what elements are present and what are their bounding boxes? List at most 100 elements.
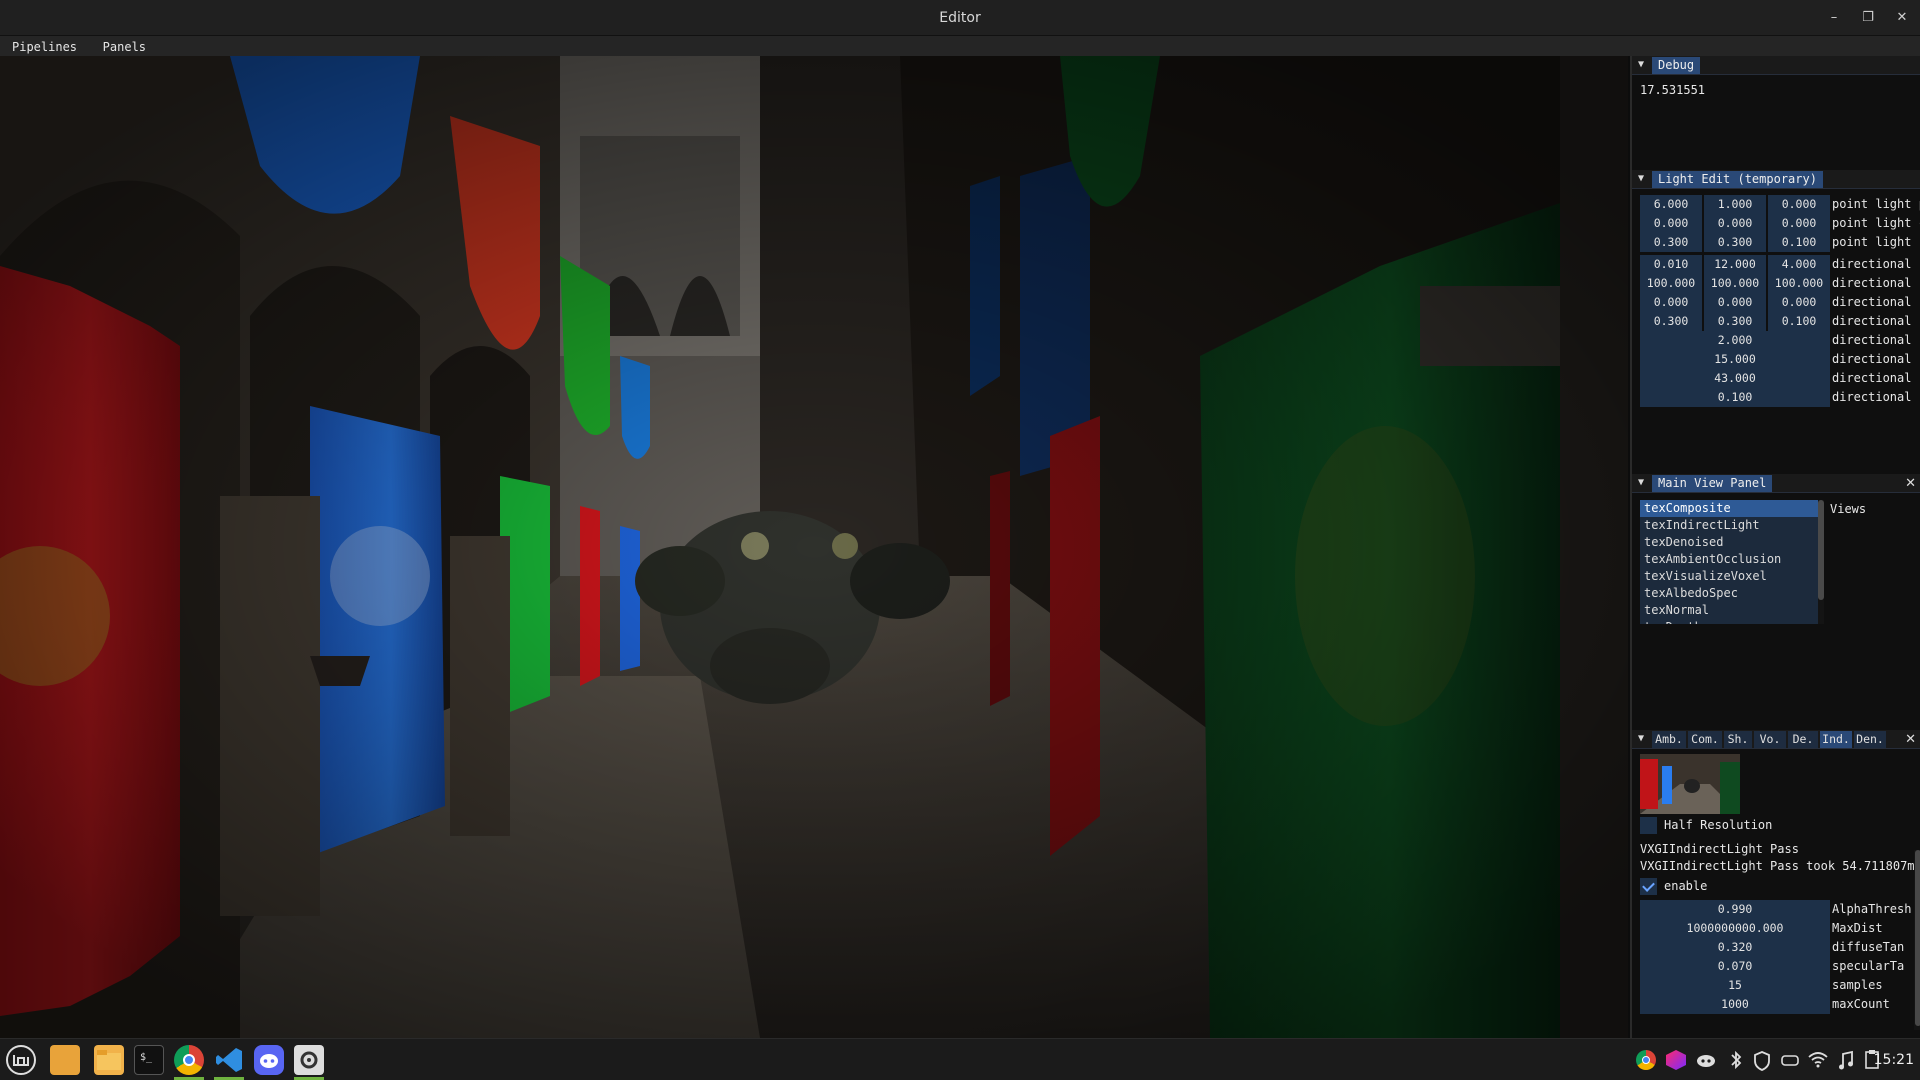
chrome-tray-icon[interactable] xyxy=(1634,1039,1658,1080)
main-view-panel-header[interactable]: ▼ Main View Panel ✕ xyxy=(1632,474,1920,493)
title-bar: Editor – ❐ ✕ xyxy=(0,0,1920,36)
float-drag-field[interactable]: 0.000 xyxy=(1704,293,1766,312)
float-drag-field[interactable]: 100.000 xyxy=(1768,274,1830,293)
float-drag-field[interactable]: 43.000 xyxy=(1640,369,1830,388)
views-list-item[interactable]: texNormal xyxy=(1640,602,1818,619)
float-drag-field[interactable]: 0.000 xyxy=(1640,293,1702,312)
float-drag-field[interactable]: 100.000 xyxy=(1704,274,1766,293)
maximize-button[interactable]: ❐ xyxy=(1852,0,1884,36)
float-drag-field[interactable]: 100.000 xyxy=(1640,274,1702,293)
minimize-button[interactable]: – xyxy=(1818,0,1850,36)
wifi-icon[interactable] xyxy=(1806,1039,1830,1080)
views-list-item[interactable]: texAlbedoSpec xyxy=(1640,585,1818,602)
float-drag-field[interactable]: 0.300 xyxy=(1704,312,1766,331)
row-label: directional xyxy=(1832,390,1912,404)
pass-tab[interactable]: Sh. xyxy=(1724,731,1752,748)
views-list-item[interactable]: texDepth xyxy=(1640,619,1818,624)
pass-tab[interactable]: Com. xyxy=(1688,731,1722,748)
param-value-field[interactable]: 0.070 xyxy=(1640,957,1830,976)
float-drag-field[interactable]: 1.000 xyxy=(1704,195,1766,214)
collapse-triangle-icon[interactable]: ▼ xyxy=(1638,477,1644,488)
menu-pipelines[interactable]: Pipelines xyxy=(0,37,85,57)
views-list-item[interactable]: texIndirectLight xyxy=(1640,517,1818,534)
row-label: point light c xyxy=(1832,216,1920,230)
right-dock: ▼ Debug 17.531551 ▼ Light Edit (temporar… xyxy=(1630,56,1920,1038)
collapse-triangle-icon[interactable]: ▼ xyxy=(1638,733,1644,744)
pass-tab[interactable]: Ind. xyxy=(1820,731,1852,748)
collapse-triangle-icon[interactable]: ▼ xyxy=(1638,59,1644,70)
float-drag-field[interactable]: 0.100 xyxy=(1640,388,1830,407)
light-edit-row: 0.300 0.300 0.100 directional xyxy=(1640,312,1920,331)
close-panel-icon[interactable]: ✕ xyxy=(1905,474,1916,493)
half-resolution-checkbox[interactable] xyxy=(1640,817,1657,834)
passes-scrollbar[interactable] xyxy=(1914,850,1920,1030)
passes-panel-header: ▼ Amb. Com. Sh. Vo. De. Ind. Den. ✕ xyxy=(1632,730,1920,749)
vscode-icon[interactable] xyxy=(214,1045,244,1075)
vpn-icon[interactable] xyxy=(1778,1039,1802,1080)
row-label: directional xyxy=(1832,257,1912,271)
row-label: point light p xyxy=(1832,197,1920,211)
float-drag-field[interactable]: 0.000 xyxy=(1768,195,1830,214)
light-edit-row: 0.000 0.000 0.000 point light c xyxy=(1640,214,1920,233)
pass-tab[interactable]: Vo. xyxy=(1754,731,1786,748)
close-panel-icon[interactable]: ✕ xyxy=(1905,730,1916,749)
float-drag-field[interactable]: 0.000 xyxy=(1640,214,1702,233)
light-edit-row: 6.000 1.000 0.000 point light p xyxy=(1640,195,1920,214)
float-drag-field[interactable]: 15.000 xyxy=(1640,350,1830,369)
views-list-item[interactable]: texComposite xyxy=(1640,500,1818,517)
discord-icon[interactable] xyxy=(254,1045,284,1075)
scrollbar-thumb[interactable] xyxy=(1915,850,1920,1026)
shield-icon[interactable] xyxy=(1750,1039,1774,1080)
param-value-field[interactable]: 0.320 xyxy=(1640,938,1830,957)
float-drag-field[interactable]: 0.300 xyxy=(1640,233,1702,252)
float-drag-field[interactable]: 0.100 xyxy=(1768,312,1830,331)
float-drag-field[interactable]: 6.000 xyxy=(1640,195,1702,214)
float-drag-field[interactable]: 4.000 xyxy=(1768,255,1830,274)
pass-preview-thumbnail xyxy=(1640,754,1740,814)
pass-tab[interactable]: Amb. xyxy=(1652,731,1686,748)
views-list-scrollbar[interactable] xyxy=(1818,500,1824,624)
mint-menu-icon[interactable] xyxy=(6,1045,36,1075)
bluetooth-icon[interactable] xyxy=(1724,1039,1748,1080)
pass-tab[interactable]: De. xyxy=(1788,731,1818,748)
terminal-icon[interactable]: $_ xyxy=(134,1045,164,1075)
discord-tray-icon[interactable] xyxy=(1694,1039,1718,1080)
enable-checkbox[interactable] xyxy=(1640,878,1657,895)
param-value-field[interactable]: 1000 xyxy=(1640,995,1830,1014)
folder-icon[interactable] xyxy=(94,1045,124,1075)
param-value-field[interactable]: 15 xyxy=(1640,976,1830,995)
collapse-triangle-icon[interactable]: ▼ xyxy=(1638,173,1644,184)
half-resolution-label: Half Resolution xyxy=(1664,818,1773,832)
float-drag-field[interactable]: 2.000 xyxy=(1640,331,1830,350)
svg-text:$_: $_ xyxy=(140,1052,153,1063)
music-icon[interactable] xyxy=(1834,1039,1858,1080)
param-value-field[interactable]: 1000000000.000 xyxy=(1640,919,1830,938)
param-value-field[interactable]: 0.990 xyxy=(1640,900,1830,919)
close-window-button[interactable]: ✕ xyxy=(1886,0,1918,36)
float-drag-field[interactable]: 0.000 xyxy=(1768,214,1830,233)
pass-tab[interactable]: Den. xyxy=(1854,731,1886,748)
float-drag-field[interactable]: 0.100 xyxy=(1768,233,1830,252)
chrome-icon[interactable] xyxy=(174,1045,204,1075)
float-drag-field[interactable]: 0.000 xyxy=(1768,293,1830,312)
debug-panel: ▼ Debug 17.531551 xyxy=(1632,56,1920,168)
menu-panels[interactable]: Panels xyxy=(95,37,154,57)
float-drag-field[interactable]: 0.010 xyxy=(1640,255,1702,274)
taskbar-clock[interactable]: 15:21 xyxy=(1874,1039,1914,1080)
views-list-item[interactable]: texAmbientOcclusion xyxy=(1640,551,1818,568)
app-tray-icon[interactable] xyxy=(1664,1039,1688,1080)
float-drag-field[interactable]: 12.000 xyxy=(1704,255,1766,274)
editor-app-icon[interactable] xyxy=(294,1045,324,1075)
scrollbar-thumb[interactable] xyxy=(1818,500,1824,600)
views-list-item[interactable]: texDenoised xyxy=(1640,534,1818,551)
debug-panel-header[interactable]: ▼ Debug xyxy=(1632,56,1920,75)
float-drag-field[interactable]: 0.000 xyxy=(1704,214,1766,233)
scene-viewport[interactable] xyxy=(0,56,1628,1038)
float-drag-field[interactable]: 0.300 xyxy=(1640,312,1702,331)
files-icon[interactable] xyxy=(50,1045,80,1075)
views-listbox[interactable]: texComposite texIndirectLight texDenoised t… xyxy=(1640,500,1818,624)
float-drag-field[interactable]: 0.300 xyxy=(1704,233,1766,252)
light-edit-panel-header[interactable]: ▼ Light Edit (temporary) xyxy=(1632,170,1920,189)
debug-value: 17.531551 xyxy=(1640,83,1706,97)
views-list-item[interactable]: texVisualizeVoxel xyxy=(1640,568,1818,585)
